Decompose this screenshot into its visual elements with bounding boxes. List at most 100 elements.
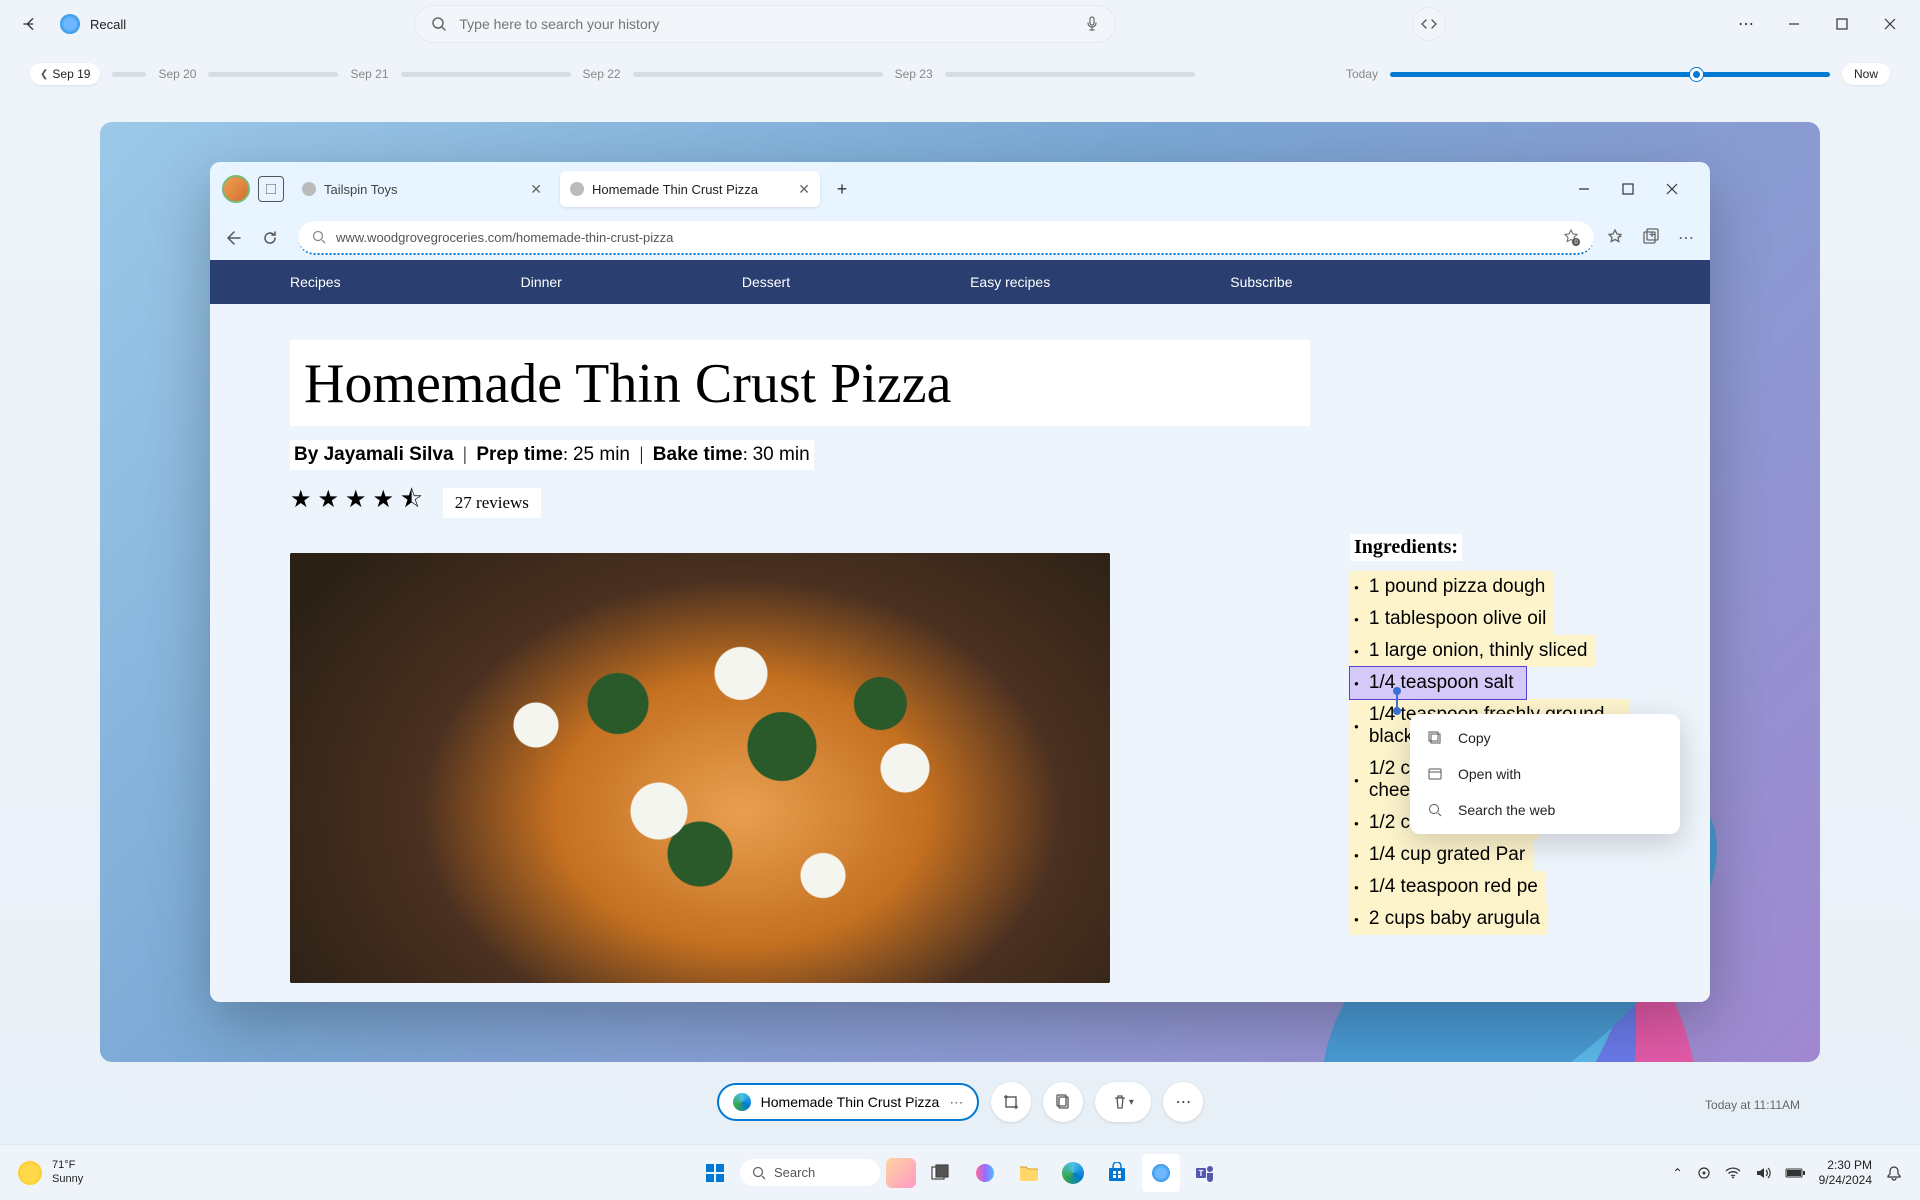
taskbar-search[interactable]: Search xyxy=(740,1159,880,1186)
chip-label: Homemade Thin Crust Pizza xyxy=(761,1094,940,1110)
taskbar-clock[interactable]: 2:30 PM9/24/2024 xyxy=(1819,1158,1872,1187)
context-menu-open-with[interactable]: Open with xyxy=(1416,756,1674,792)
tray-volume-icon[interactable] xyxy=(1755,1166,1771,1180)
browser-tab[interactable]: Tailspin Toys ✕ xyxy=(292,171,552,207)
browser-minimize-button[interactable] xyxy=(1578,183,1602,195)
browser-close-button[interactable] xyxy=(1666,183,1690,195)
browser-menu-button[interactable]: ⋯ xyxy=(1678,228,1694,248)
more-actions-button[interactable]: ⋯ xyxy=(1163,1082,1203,1122)
ingredients-heading: Ingredients: xyxy=(1350,534,1462,561)
start-button[interactable] xyxy=(696,1154,734,1192)
tray-wifi-icon[interactable] xyxy=(1725,1167,1741,1179)
minimize-button[interactable] xyxy=(1782,12,1806,36)
tray-notifications-icon[interactable] xyxy=(1886,1165,1902,1181)
tray-battery-icon[interactable] xyxy=(1785,1168,1805,1178)
favorite-icon[interactable]: 0 xyxy=(1562,228,1580,246)
timeline-day-label: Sep 20 xyxy=(158,67,196,81)
taskbar-edge[interactable] xyxy=(1054,1154,1092,1192)
code-button[interactable] xyxy=(1413,8,1445,40)
taskbar-app-widgets[interactable] xyxy=(886,1158,916,1188)
address-bar[interactable]: www.woodgrovegroceries.com/homemade-thin… xyxy=(298,221,1594,255)
nav-link[interactable]: Subscribe xyxy=(1230,274,1292,290)
tab-overview-button[interactable] xyxy=(258,176,284,202)
search-web-icon xyxy=(1428,803,1444,817)
context-menu: Copy Open with Search the web xyxy=(1410,714,1680,834)
taskbar-recall[interactable] xyxy=(1142,1154,1180,1192)
browser-maximize-button[interactable] xyxy=(1622,183,1646,195)
taskbar-store[interactable] xyxy=(1098,1154,1136,1192)
timeline-day-current[interactable]: ❮ Sep 19 xyxy=(30,63,100,85)
nav-link[interactable]: Recipes xyxy=(290,274,341,290)
taskbar-explorer[interactable] xyxy=(1010,1154,1048,1192)
ingredient-item-selected: ●1/4 teaspoon salt xyxy=(1350,667,1526,699)
search-icon xyxy=(312,230,326,244)
ingredient-item: ●1 large onion, thinly sliced xyxy=(1350,635,1595,667)
ingredient-item: ●1 tablespoon olive oil xyxy=(1350,603,1554,635)
delete-button[interactable]: ▾ xyxy=(1095,1082,1151,1122)
timeline-thumb[interactable] xyxy=(1690,68,1703,81)
tray-settings-icon[interactable] xyxy=(1697,1166,1711,1180)
open-with-icon xyxy=(1428,767,1444,781)
taskbar-copilot[interactable] xyxy=(966,1154,1004,1192)
recipe-title: Homemade Thin Crust Pizza xyxy=(290,340,1310,426)
browser-tab-active[interactable]: Homemade Thin Crust Pizza ✕ xyxy=(560,171,820,207)
crop-button[interactable] xyxy=(991,1082,1031,1122)
rating-stars: ★★★★⯪ xyxy=(290,482,429,523)
history-search-input[interactable] xyxy=(415,6,1115,42)
taskbar-task-view[interactable] xyxy=(922,1154,960,1192)
taskbar-teams[interactable]: T xyxy=(1186,1154,1224,1192)
new-tab-button[interactable]: + xyxy=(828,175,856,203)
timeline-segment[interactable] xyxy=(945,72,1195,77)
ingredient-item: ●1 pound pizza dough xyxy=(1350,571,1553,603)
sun-icon xyxy=(18,1161,42,1185)
timeline-now-button[interactable]: Now xyxy=(1842,63,1890,85)
app-name: Recall xyxy=(90,17,126,32)
chevron-left-icon: ❮ xyxy=(40,69,48,80)
nav-link[interactable]: Dessert xyxy=(742,274,790,290)
browser-back-button[interactable] xyxy=(226,231,250,245)
timeline-segment[interactable] xyxy=(633,72,883,77)
maximize-button[interactable] xyxy=(1830,12,1854,36)
search-icon xyxy=(431,16,447,32)
browser-refresh-button[interactable] xyxy=(262,230,286,246)
microphone-icon[interactable] xyxy=(1085,16,1099,32)
url-text: www.woodgrovegroceries.com/homemade-thin… xyxy=(336,230,673,245)
tab-close-button[interactable]: ✕ xyxy=(530,181,542,198)
timeline-segment[interactable] xyxy=(208,72,338,77)
ingredient-item: ●1/4 teaspoon red pe xyxy=(1350,871,1546,903)
timeline-day-label: Sep 21 xyxy=(350,67,388,81)
chip-more-button[interactable]: ⋯ xyxy=(949,1094,963,1111)
tray-chevron-icon[interactable]: ⌃ xyxy=(1673,1166,1683,1180)
taskbar: 71°FSunny Search T ⌃ 2:30 PM9/24/2024 xyxy=(0,1144,1920,1200)
text-cursor xyxy=(1396,693,1398,709)
timeline-day-label: Sep 19 xyxy=(52,67,90,81)
collections-button[interactable] xyxy=(1642,228,1660,248)
copy-button[interactable] xyxy=(1043,1082,1083,1122)
copy-icon xyxy=(1428,731,1444,745)
snapshot-timestamp: Today at 11:11AM xyxy=(1705,1098,1800,1112)
nav-link[interactable]: Dinner xyxy=(521,274,562,290)
favorites-button[interactable] xyxy=(1606,228,1624,248)
back-button[interactable] xyxy=(18,12,42,36)
snapshot-source-chip[interactable]: Homemade Thin Crust Pizza ⋯ xyxy=(717,1083,980,1121)
timeline-today-segment[interactable] xyxy=(1390,72,1830,77)
tab-favicon xyxy=(302,182,316,196)
nav-link[interactable]: Easy recipes xyxy=(970,274,1050,290)
weather-widget[interactable]: 71°FSunny xyxy=(18,1159,83,1185)
svg-text:T: T xyxy=(1199,1169,1204,1178)
tab-favicon xyxy=(570,182,584,196)
timeline-segment[interactable] xyxy=(401,72,571,77)
weather-temp: 71°F xyxy=(52,1159,83,1172)
context-menu-copy[interactable]: Copy xyxy=(1416,720,1674,756)
weather-condition: Sunny xyxy=(52,1173,83,1186)
reviews-count[interactable]: 27 reviews xyxy=(443,488,541,518)
context-menu-search-web[interactable]: Search the web xyxy=(1416,792,1674,828)
tab-close-button[interactable]: ✕ xyxy=(798,181,810,198)
more-button[interactable]: ⋯ xyxy=(1734,12,1758,36)
close-button[interactable] xyxy=(1878,12,1902,36)
timeline-segment[interactable] xyxy=(112,72,146,77)
profile-avatar[interactable] xyxy=(222,175,250,203)
tab-title: Homemade Thin Crust Pizza xyxy=(592,182,758,197)
timeline-today-label: Today xyxy=(1346,67,1378,81)
timeline-day-label: Sep 22 xyxy=(583,67,621,81)
